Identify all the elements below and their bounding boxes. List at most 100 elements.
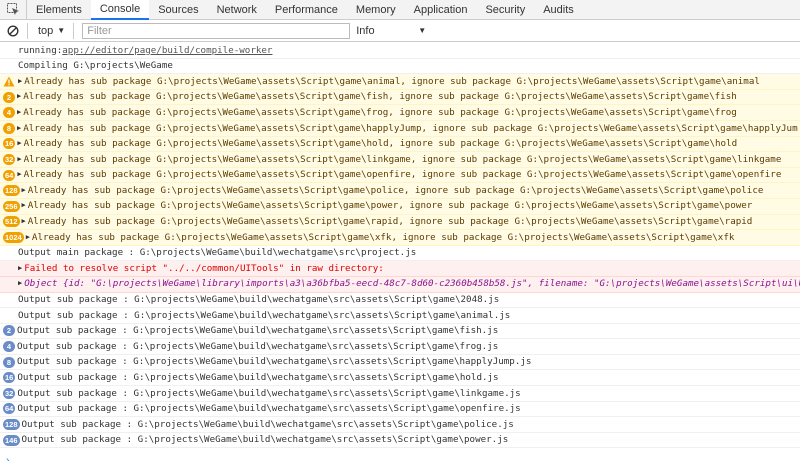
toolbar-divider <box>73 22 75 39</box>
dropdown-triangle-icon: ▼ <box>57 26 66 35</box>
message-text: Already has sub package G:\projects\WeGa… <box>31 231 735 243</box>
console-message: 64 Output sub package : G:\projects\WeGam… <box>0 402 800 418</box>
console-message: Output sub package : G:\projects\WeGame\… <box>0 293 800 309</box>
tab-performance[interactable]: Performance <box>266 0 347 19</box>
message-text: Already has sub package G:\projects\WeGa… <box>27 200 753 212</box>
dropdown-triangle-icon: ▼ <box>418 26 427 35</box>
expand-arrow-icon[interactable]: ▶ <box>18 277 22 292</box>
repeat-count-badge: 64 <box>3 169 16 181</box>
tab-security[interactable]: Security <box>476 0 534 19</box>
repeat-count-badge: 512 <box>3 216 20 228</box>
console-message: 4 Output sub package : G:\projects\WeGame… <box>0 339 800 355</box>
console-message: 1024 ▶ Already has sub package G:\projects… <box>0 230 800 246</box>
console-prompt[interactable]: › <box>6 455 9 461</box>
tab-memory[interactable]: Memory <box>347 0 405 19</box>
message-text: Output sub package : G:\projects\WeGame\… <box>21 434 509 446</box>
expand-arrow-icon[interactable]: ▶ <box>22 183 26 198</box>
message-text: Already has sub package G:\projects\WeGa… <box>27 216 753 228</box>
message-text: Failed to resolve script "../../common/U… <box>24 262 384 274</box>
console-message: 8 Output sub package : G:\projects\WeGame… <box>0 355 800 371</box>
repeat-count-badge: 4 <box>3 107 15 119</box>
repeat-count-badge: 16 <box>3 138 16 150</box>
log-levels-dropdown[interactable]: Info ▼ <box>356 25 426 37</box>
console-message: 128 Output sub package : G:\projects\WeGa… <box>0 417 800 433</box>
tab-elements[interactable]: Elements <box>27 0 91 19</box>
console-message: 16 ▶ Already has sub package G:\projects\W… <box>0 136 800 153</box>
repeat-count-badge: 16 <box>3 372 16 384</box>
console-message: 32 ▶ Already has sub package G:\projects\W… <box>0 152 800 168</box>
console-message: ▶ Failed to resolve script "../../common/… <box>0 261 800 277</box>
message-text: Already has sub package G:\projects\WeGa… <box>27 184 764 196</box>
message-text: Output sub package : G:\projects\WeGame\… <box>18 309 511 321</box>
repeat-count-badge: 32 <box>3 387 16 399</box>
expand-arrow-icon[interactable]: ▶ <box>17 121 21 136</box>
expand-arrow-icon[interactable]: ▶ <box>17 168 21 183</box>
repeat-count-badge: 128 <box>3 419 20 431</box>
clear-console-icon[interactable] <box>0 24 25 37</box>
message-text: Output sub package : G:\projects\WeGame\… <box>18 294 500 306</box>
console-message: 2 ▶ Already has sub package G:\projects\We… <box>0 89 800 106</box>
tab-application[interactable]: Application <box>405 0 477 19</box>
message-text: Already has sub package G:\projects\WeGa… <box>23 91 737 103</box>
console-message: 146 Output sub package : G:\projects\WeGa… <box>0 433 800 449</box>
source-link[interactable]: app://editor/page/build/compile-worker <box>62 43 272 58</box>
message-text: Output main package : G:\projects\WeGame… <box>18 247 417 259</box>
repeat-count-badge: 32 <box>3 153 16 165</box>
console-message: Output sub package : G:\projects\WeGame\… <box>0 308 800 324</box>
expand-arrow-icon[interactable]: ▶ <box>17 152 21 167</box>
message-text: Already has sub package G:\projects\WeGa… <box>23 153 782 165</box>
expand-arrow-icon[interactable]: ▶ <box>18 74 22 89</box>
message-text: running: <box>18 44 63 56</box>
repeat-count-badge: 146 <box>3 434 20 446</box>
expand-arrow-icon[interactable]: ▶ <box>22 215 26 230</box>
message-text: Compiling G:\projects\WeGame <box>18 60 173 72</box>
expand-arrow-icon[interactable]: ▶ <box>22 199 26 214</box>
console-message: 256 ▶ Already has sub package G:\projects\… <box>0 198 800 215</box>
console-message: 2 Output sub package : G:\projects\WeGame… <box>0 324 800 340</box>
console-message: ▶ Object {id: "G:\projects\WeGame\library… <box>0 276 800 293</box>
expand-arrow-icon[interactable]: ▶ <box>17 137 21 152</box>
console-message: running: app://editor/page/build/compile… <box>0 43 800 59</box>
tab-console[interactable]: Console <box>90 0 150 20</box>
message-text: Already has sub package G:\projects\WeGa… <box>23 138 738 150</box>
repeat-count-badge: 8 <box>3 122 15 134</box>
message-text: Output sub package : G:\projects\WeGame\… <box>21 418 514 430</box>
expand-arrow-icon[interactable]: ▶ <box>18 261 22 276</box>
context-label: top <box>38 24 54 37</box>
repeat-count-badge: 4 <box>3 341 15 353</box>
repeat-count-badge: 128 <box>3 185 20 197</box>
repeat-count-badge: 1024 <box>3 231 24 243</box>
console-messages: running: app://editor/page/build/compile… <box>0 43 800 449</box>
message-text: Output sub package : G:\projects\WeGame\… <box>17 340 499 352</box>
message-text: Already has sub package G:\projects\WeGa… <box>23 169 782 181</box>
context-selector[interactable]: top ▼ <box>30 25 71 37</box>
console-message: 4 ▶ Already has sub package G:\projects\We… <box>0 105 800 121</box>
repeat-count-badge: 256 <box>3 200 20 212</box>
message-text: Already has sub package G:\projects\WeGa… <box>23 122 798 134</box>
repeat-count-badge: 2 <box>3 91 15 103</box>
console-message: 64 ▶ Already has sub package G:\projects\W… <box>0 167 800 184</box>
expand-arrow-icon[interactable]: ▶ <box>17 105 21 120</box>
warning-icon <box>3 76 15 87</box>
console-message: Compiling G:\projects\WeGame <box>0 59 800 75</box>
filter-input[interactable]: Filter <box>82 22 351 39</box>
expand-arrow-icon[interactable]: ▶ <box>26 230 30 245</box>
console-message: 32 Output sub package : G:\projects\WeGam… <box>0 386 800 402</box>
console-message: 512 ▶ Already has sub package G:\projects\… <box>0 214 800 231</box>
toolbar-divider <box>27 22 28 39</box>
message-text: Already has sub package G:\projects\WeGa… <box>23 106 737 118</box>
tab-sources[interactable]: Sources <box>149 0 207 19</box>
tab-network[interactable]: Network <box>208 0 266 19</box>
message-text: Already has sub package G:\projects\WeGa… <box>24 75 760 87</box>
expand-arrow-icon[interactable]: ▶ <box>17 90 21 105</box>
message-text: Output sub package : G:\projects\WeGame\… <box>17 387 521 399</box>
tab-audits[interactable]: Audits <box>534 0 583 19</box>
inspect-element-icon[interactable] <box>0 0 27 19</box>
message-text: Output sub package : G:\projects\WeGame\… <box>17 325 499 337</box>
levels-label: Info <box>356 24 375 37</box>
message-text: Object {id: "G:\projects\WeGame\library\… <box>24 278 800 290</box>
message-text: Output sub package : G:\projects\WeGame\… <box>17 372 499 384</box>
console-message: ▶ Already has sub package G:\projects\WeG… <box>0 74 800 90</box>
console-message: Output main package : G:\projects\WeGame… <box>0 246 800 262</box>
console-message: 16 Output sub package : G:\projects\WeGam… <box>0 370 800 387</box>
